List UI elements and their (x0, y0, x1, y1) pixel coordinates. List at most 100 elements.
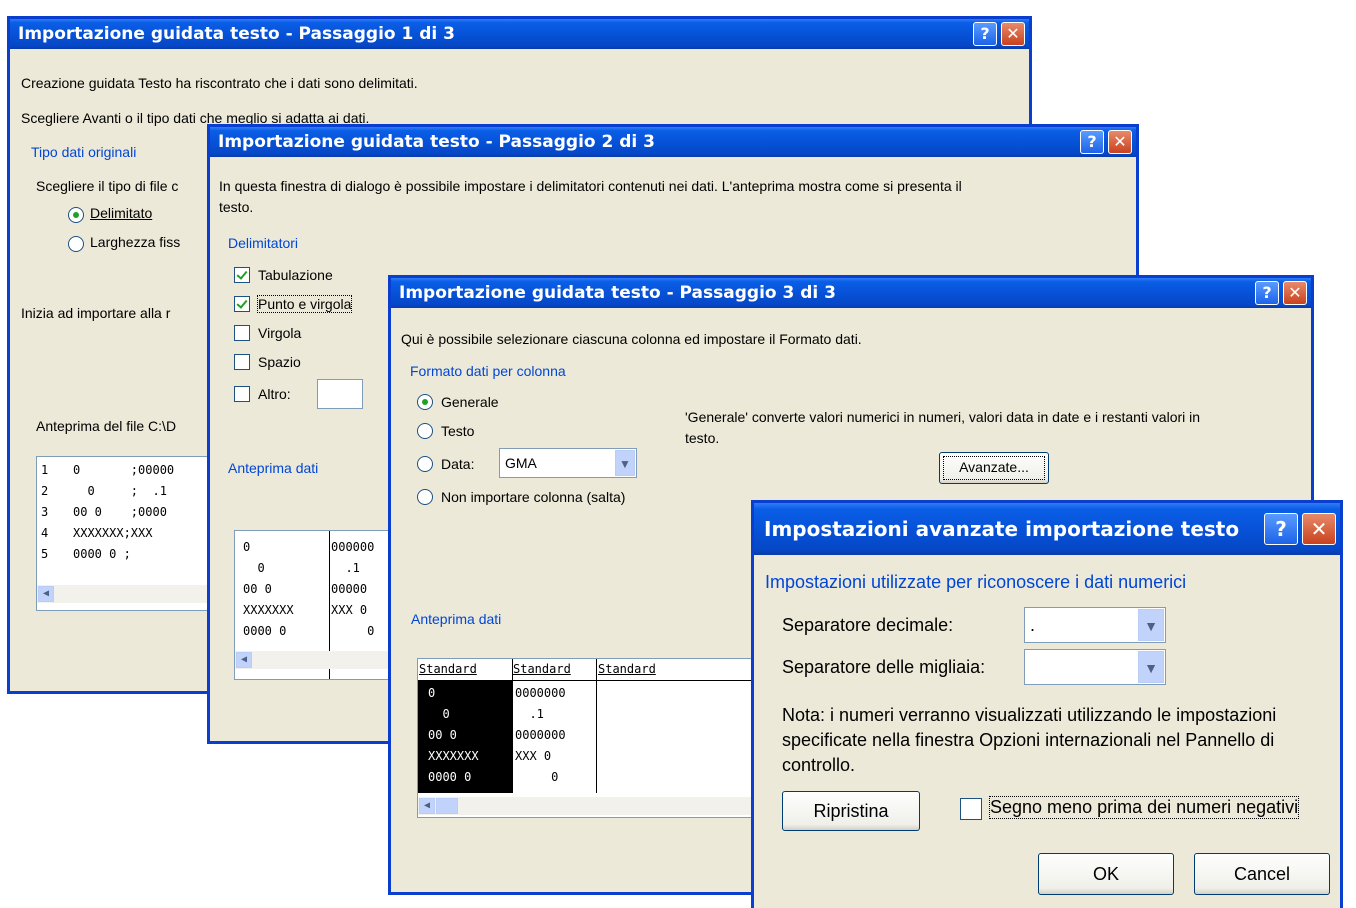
thousands-separator-combo[interactable]: ▼ (1024, 649, 1166, 685)
step3-help-button[interactable]: ? (1255, 281, 1279, 305)
advanced-title: Impostazioni avanzate importazione testo (764, 517, 1240, 541)
cancel-button[interactable]: Cancel (1194, 853, 1330, 895)
preview-row-text: 0000 0 ; (73, 547, 131, 561)
date-format-combo[interactable]: GMA ▼ (499, 448, 637, 478)
chk-virgola[interactable] (234, 325, 250, 341)
chk-punto-e-virgola-label[interactable]: Punto e virgola (256, 295, 353, 313)
chevron-down-icon[interactable]: ▼ (1138, 609, 1164, 641)
step3-title-bar[interactable]: Importazione guidata testo - Passaggio 3… (391, 278, 1311, 308)
radio-data[interactable] (417, 456, 433, 472)
radio-non-importare[interactable] (417, 489, 433, 505)
date-format-value: GMA (505, 455, 537, 471)
step1-group-label: Tipo dati originali (31, 144, 137, 160)
step1-file-preview[interactable]: 1 0 ;00000 2 0 ; .1 3 00 0 ;0000 4 XXXXX… (36, 456, 216, 611)
column-divider (596, 659, 597, 793)
format-description-line2: testo. (685, 430, 720, 446)
step2-title-bar[interactable]: Importazione guidata testo - Passaggio 2… (210, 127, 1136, 157)
column-header[interactable]: Standard (419, 662, 477, 676)
step2-help-button[interactable]: ? (1080, 130, 1104, 154)
radio-testo[interactable] (417, 423, 433, 439)
step1-preview-label: Anteprima del file C:\D (36, 418, 177, 434)
preview-cell: 0 (428, 686, 436, 700)
ok-button-label: OK (1092, 864, 1119, 884)
preview-cell: 0000 0 (243, 624, 287, 638)
radio-non-importare-label[interactable]: Non importare colonna (salta) (441, 489, 625, 505)
thousands-separator-label: Separatore delle migliaia: (782, 657, 986, 677)
chk-tabulazione[interactable] (234, 267, 250, 283)
avanzate-button-label: Avanzate... (959, 459, 1029, 475)
cancel-button-label: Cancel (1233, 864, 1291, 884)
radio-larghezza-fissa-label[interactable]: Larghezza fiss (90, 234, 180, 250)
preview-cell: 0 (243, 540, 251, 554)
preview-cell: 00 0 (243, 582, 272, 596)
advanced-group-label: Impostazioni utilizzate per riconoscere … (765, 572, 1187, 592)
column-header[interactable]: Standard (598, 662, 656, 676)
decimal-separator-label: Separatore decimale: (782, 615, 954, 635)
advanced-help-button[interactable]: ? (1264, 513, 1298, 545)
ok-button[interactable]: OK (1038, 853, 1174, 895)
note-line2: specificate nella finestra Opzioni inter… (782, 730, 1275, 750)
step3-close-button[interactable]: ✕ (1283, 281, 1307, 305)
radio-testo-label[interactable]: Testo (441, 423, 474, 439)
radio-delimitato-label[interactable]: Delimitato (90, 205, 152, 221)
ripristina-button-label: Ripristina (813, 801, 889, 821)
step3-preview-label: Anteprima dati (411, 611, 502, 627)
advanced-close-button[interactable]: ✕ (1302, 513, 1336, 545)
preview-row-text: 0 ; .1 (73, 484, 167, 498)
step2-close-button[interactable]: ✕ (1108, 130, 1132, 154)
chk-virgola-label[interactable]: Virgola (258, 325, 301, 341)
chk-punto-e-virgola[interactable] (234, 296, 250, 312)
step3-intro: Qui è possibile selezionare ciascuna col… (401, 331, 862, 347)
radio-data-label[interactable]: Data: (441, 456, 474, 472)
step3-preview-scrollbar[interactable]: ◀ (418, 797, 776, 815)
preview-cell: .1 (515, 707, 544, 721)
chk-tabulazione-label[interactable]: Tabulazione (258, 267, 333, 283)
step1-preview-scrollbar[interactable]: ◀ (37, 585, 215, 603)
radio-larghezza-fissa[interactable] (68, 236, 84, 252)
preview-row-text: 00 0 ;0000 (73, 505, 167, 519)
preview-cell: XXX 0 (331, 603, 368, 617)
ripristina-button[interactable]: Ripristina (782, 791, 920, 831)
step1-start-row-label: Inizia ad importare alla r (21, 305, 171, 321)
radio-generale[interactable] (417, 394, 433, 410)
preview-row-num: 4 (41, 526, 49, 540)
scroll-thumb[interactable] (436, 798, 458, 814)
scroll-left-arrow-icon[interactable]: ◀ (236, 652, 252, 668)
scroll-left-arrow-icon[interactable]: ◀ (38, 586, 54, 602)
radio-delimitato[interactable] (68, 207, 84, 223)
step1-choose-type-label: Scegliere il tipo di file c (36, 178, 179, 194)
preview-row-num: 2 (41, 484, 49, 498)
decimal-separator-value: . (1030, 615, 1036, 635)
preview-cell: 00000 (331, 582, 368, 596)
advanced-title-bar[interactable]: Impostazioni avanzate importazione testo… (754, 503, 1340, 555)
avanzate-button[interactable]: Avanzate... (939, 452, 1049, 484)
preview-cell: 0 (515, 770, 559, 784)
chk-spazio-label[interactable]: Spazio (258, 354, 301, 370)
step2-group-label: Delimitatori (228, 235, 299, 251)
column-header[interactable]: Standard (513, 662, 571, 676)
radio-generale-label[interactable]: Generale (441, 394, 499, 410)
step1-help-button[interactable]: ? (973, 22, 997, 46)
chk-altro[interactable] (234, 386, 250, 402)
minus-sign-checkbox[interactable] (960, 798, 982, 820)
preview-cell: XXXXXXX (243, 603, 294, 617)
format-description-line1: 'Generale' converte valori numerici in n… (685, 409, 1201, 425)
preview-cell: .1 (331, 561, 360, 575)
scroll-left-arrow-icon[interactable]: ◀ (419, 798, 435, 814)
chevron-down-icon[interactable]: ▼ (615, 450, 635, 476)
step1-intro-line1: Creazione guidata Testo ha riscontrato c… (21, 75, 418, 91)
altro-input[interactable] (317, 379, 363, 409)
preview-cell: 0000000 (515, 728, 566, 742)
decimal-separator-combo[interactable]: . ▼ (1024, 607, 1166, 643)
minus-sign-checkbox-label[interactable]: Segno meno prima dei numeri negativi (988, 796, 1300, 819)
step1-title-bar[interactable]: Importazione guidata testo - Passaggio 1… (10, 19, 1029, 49)
step1-close-button[interactable]: ✕ (1001, 22, 1025, 46)
chk-altro-label[interactable]: Altro: (258, 386, 291, 402)
preview-row-text: XXXXXXX;XXX (73, 526, 153, 540)
step3-data-preview[interactable]: Standard Standard Standard 0 0 00 0 XXXX… (417, 658, 777, 818)
chk-spazio[interactable] (234, 354, 250, 370)
preview-row-num: 1 (41, 463, 49, 477)
preview-cell: XXXXXXX (428, 749, 479, 763)
chevron-down-icon[interactable]: ▼ (1138, 651, 1164, 683)
column-divider (512, 659, 513, 793)
